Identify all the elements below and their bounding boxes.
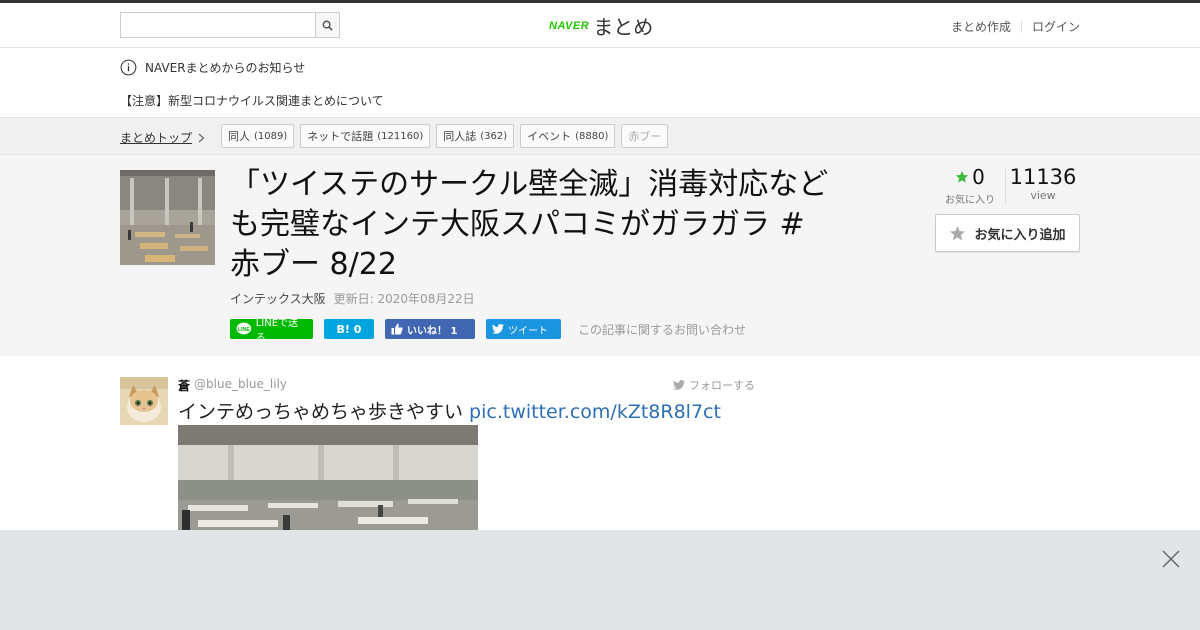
- view-count: 11136: [1009, 165, 1077, 189]
- share-buttons: LINE LINEで送る B! 0 いいね！ 1 ツイート この記事に関するお問…: [230, 318, 746, 344]
- article-author[interactable]: インテックス大阪: [230, 290, 326, 307]
- nav-divider: [1020, 20, 1022, 33]
- tweet-body: インテめっちゃめちゃ歩きやすい: [178, 401, 470, 423]
- ad-overlay: [0, 530, 1200, 630]
- search-input[interactable]: [120, 12, 315, 38]
- add-favorite-button[interactable]: お気に入り追加: [935, 214, 1080, 252]
- notice-link[interactable]: 【注意】新型コロナウイルス関連まとめについて: [120, 92, 384, 109]
- create-matome-link[interactable]: まとめ作成: [951, 18, 1011, 35]
- follow-button[interactable]: フォローする: [673, 377, 755, 393]
- thumbs-up-icon: [391, 323, 403, 335]
- chevron-right-icon: [198, 133, 205, 142]
- breadcrumb-top-label: まとめトップ: [120, 131, 193, 145]
- site-logo[interactable]: NAVER まとめ: [549, 11, 653, 40]
- add-favorite-label: お気に入り追加: [974, 227, 1066, 243]
- tweet-label: ツイート: [508, 325, 548, 337]
- tag-count: (362): [480, 130, 508, 142]
- inquiry-link[interactable]: この記事に関するお問い合わせ: [578, 321, 746, 338]
- info-icon: [120, 59, 137, 76]
- search-icon: [322, 20, 333, 31]
- tag-event[interactable]: イベント (8880): [520, 124, 616, 148]
- favorite-count: 0: [972, 165, 985, 189]
- favorite-label: お気に入り: [945, 195, 995, 206]
- notice-area: NAVERまとめからのお知らせ 【注意】新型コロナウイルス関連まとめについて: [0, 48, 1200, 118]
- facebook-like-label: いいね！ 1: [407, 325, 458, 337]
- tag-count: (121160): [377, 130, 424, 142]
- tweet-pic-link[interactable]: pic.twitter.com/kZt8R8l7ct: [469, 401, 721, 423]
- site-header: NAVER まとめ まとめ作成 ログイン: [0, 3, 1200, 48]
- tag-label: イベント: [527, 130, 572, 143]
- star-outline-icon: [950, 225, 966, 240]
- article-updated-date: 更新日: 2020年08月22日: [333, 292, 475, 306]
- article-stats: 0 お気に入り 11136 view: [935, 165, 1080, 206]
- article-title: 「ツイステのサークル壁全滅」消毒対応なども完璧なインテ大阪スパコミがガラガラ #…: [230, 167, 829, 282]
- tag-label: 赤ブー: [628, 130, 662, 143]
- notice-heading: NAVERまとめからのお知らせ: [120, 59, 305, 76]
- tag-doujinshi[interactable]: 同人誌 (362): [436, 124, 515, 148]
- view-label: view: [1030, 189, 1056, 202]
- notice-heading-text: NAVERまとめからのお知らせ: [145, 61, 306, 75]
- line-icon: LINE: [236, 322, 252, 335]
- svg-text:LINE: LINE: [238, 327, 251, 333]
- breadcrumb: まとめトップ 同人 (1089) ネットで話題 (121160) 同人誌 (362) …: [0, 118, 1200, 155]
- tag-count: (8880): [575, 130, 609, 142]
- tweet-author-name[interactable]: 蒼: [178, 377, 190, 394]
- article-header: 「ツイステのサークル壁全滅」消毒対応なども完璧なインテ大阪スパコミがガラガラ #…: [0, 155, 1200, 356]
- tweet-button[interactable]: ツイート: [486, 319, 561, 339]
- breadcrumb-top-link[interactable]: まとめトップ: [120, 129, 205, 146]
- tag-doujin[interactable]: 同人 (1089): [221, 124, 295, 148]
- search-button[interactable]: [315, 12, 340, 38]
- line-share-button[interactable]: LINE LINEで送る: [230, 318, 313, 344]
- hatena-bookmark-button[interactable]: B! 0: [324, 319, 374, 339]
- tag-list: 同人 (1089) ネットで話題 (121160) 同人誌 (362) イベント (88…: [221, 124, 669, 148]
- tweet-photo[interactable]: [178, 425, 478, 535]
- tweet-header: 蒼 @blue_blue_lily フォローする: [178, 377, 755, 394]
- tweet-author-handle[interactable]: @blue_blue_lily: [194, 377, 287, 394]
- tag-akaboo[interactable]: 赤ブー: [621, 124, 669, 148]
- facebook-like-button[interactable]: いいね！ 1: [385, 319, 475, 339]
- tweet-text: インテめっちゃめちゃ歩きやすい pic.twitter.com/kZt8R8l7…: [178, 397, 721, 424]
- search-box: [120, 12, 340, 38]
- article-meta: インテックス大阪 更新日: 2020年08月22日: [230, 290, 475, 307]
- line-share-label: LINEで送る: [255, 318, 299, 344]
- hatena-label: B! 0: [336, 322, 362, 336]
- header-nav: まとめ作成 ログイン: [951, 18, 1080, 35]
- tag-label: 同人: [228, 130, 250, 143]
- star-icon: [955, 170, 969, 183]
- views-stat: 11136 view: [1006, 165, 1080, 206]
- login-link[interactable]: ログイン: [1032, 18, 1080, 35]
- logo-text: まとめ: [593, 15, 654, 39]
- favorite-stat: 0 お気に入り: [935, 165, 1005, 206]
- tag-label: ネットで話題: [307, 130, 374, 143]
- tag-label: 同人誌: [443, 130, 477, 143]
- close-icon[interactable]: [1162, 550, 1180, 568]
- tag-count: (1089): [254, 130, 288, 142]
- follow-label: フォローする: [689, 379, 755, 392]
- twitter-bird-icon: [492, 324, 504, 334]
- avatar[interactable]: [120, 377, 168, 425]
- logo-brand: NAVER: [549, 19, 590, 32]
- tag-net-wadai[interactable]: ネットで話題 (121160): [300, 124, 431, 148]
- twitter-bird-icon: [673, 380, 685, 390]
- article-thumbnail[interactable]: [120, 170, 215, 265]
